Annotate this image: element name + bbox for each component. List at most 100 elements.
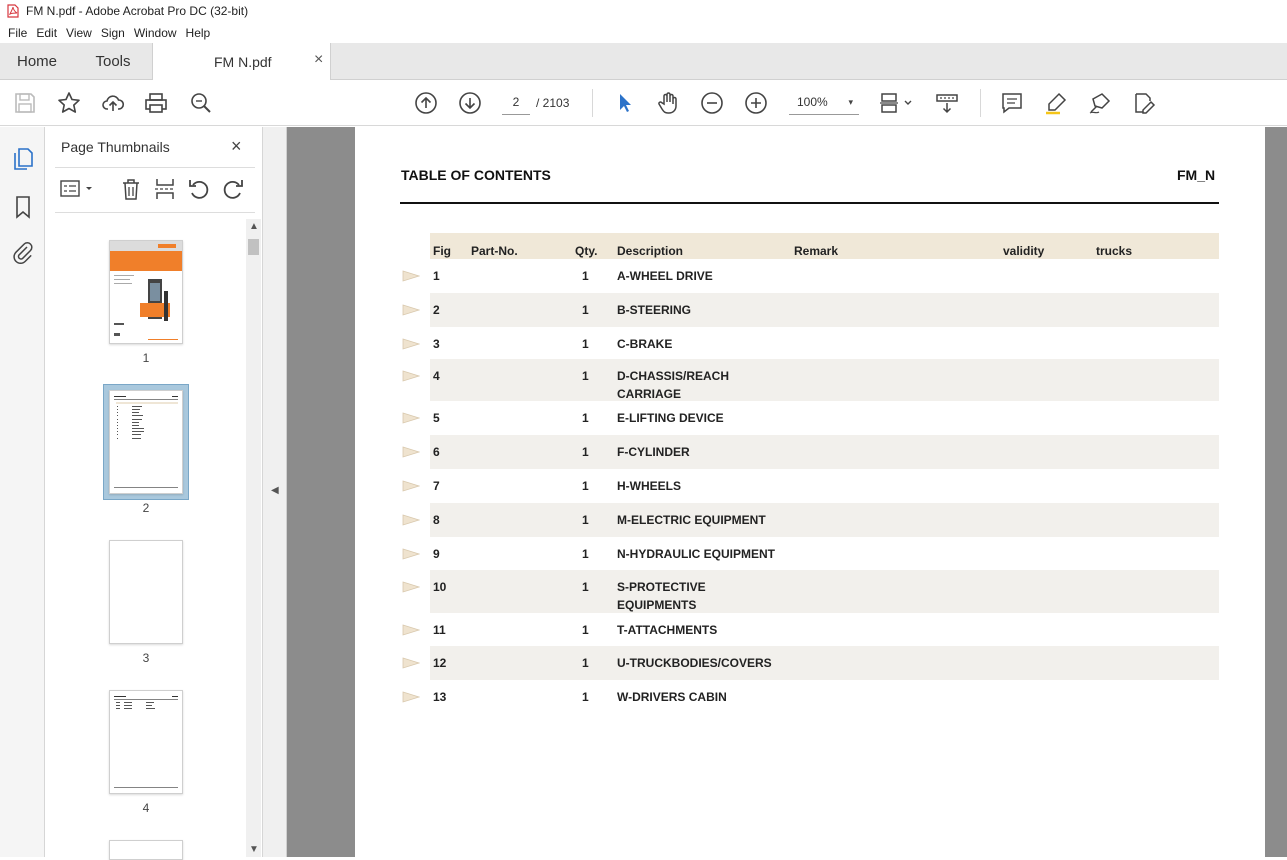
next-page-icon[interactable] [457, 90, 483, 116]
save-icon[interactable] [12, 90, 38, 116]
row-qty: 1 [582, 369, 589, 383]
menu-file[interactable]: File [8, 26, 27, 40]
bookmark-arrow-icon[interactable] [402, 370, 420, 382]
tab-close-icon[interactable]: × [314, 51, 323, 69]
bookmark-arrow-icon[interactable] [402, 581, 420, 593]
table-row[interactable]: 12 1 U-TRUCKBODIES/COVERS [402, 646, 1219, 680]
menu-edit[interactable]: Edit [36, 26, 57, 40]
row-fig: 6 [433, 445, 440, 459]
bookmark-arrow-icon[interactable] [402, 548, 420, 560]
table-row[interactable]: 5 1 E-LIFTING DEVICE [402, 401, 1219, 435]
page-thumbnail-3[interactable] [109, 540, 183, 644]
draw-sign-icon[interactable] [1087, 90, 1113, 116]
scroll-down-icon[interactable]: ▼ [249, 844, 259, 855]
row-qty: 1 [582, 445, 589, 459]
table-row[interactable]: 9 1 N-HYDRAULIC EQUIPMENT [402, 537, 1219, 570]
page-thumbnail-4[interactable] [109, 690, 183, 794]
table-row[interactable]: 2 1 B-STEERING [402, 293, 1219, 327]
previous-page-icon[interactable] [413, 90, 439, 116]
row-description: F-CYLINDER [617, 445, 690, 459]
bookmark-star-icon[interactable] [56, 90, 82, 116]
thumbnail-page-number: 3 [142, 651, 150, 665]
zoom-in-icon[interactable] [743, 90, 769, 116]
bookmark-arrow-icon[interactable] [402, 304, 420, 316]
attachments-paperclip-icon[interactable] [11, 241, 35, 265]
extract-pages-icon[interactable] [153, 177, 177, 201]
table-row[interactable]: 1 1 A-WHEEL DRIVE [402, 263, 1219, 293]
row-description: S-PROTECTIVE [617, 580, 706, 594]
hand-tool-icon[interactable] [655, 90, 681, 116]
select-cursor-icon[interactable] [612, 90, 638, 116]
document-code: FM_N [1177, 167, 1216, 183]
table-row[interactable]: 3 1 C-BRAKE [402, 327, 1219, 359]
bookmark-arrow-icon[interactable] [402, 624, 420, 636]
row-qty: 1 [582, 580, 589, 594]
scroll-up-icon[interactable]: ▲ [249, 221, 259, 232]
bookmarks-icon[interactable] [11, 195, 35, 219]
table-row[interactable]: 4 1 D-CHASSIS/REACH CARRIAGE [402, 359, 1219, 401]
toolbar-divider [592, 89, 593, 117]
cloud-upload-icon[interactable] [100, 90, 126, 116]
table-row[interactable]: 10 1 S-PROTECTIVE EQUIPMENTS [402, 570, 1219, 613]
bookmark-arrow-icon[interactable] [402, 514, 420, 526]
zoom-level-select[interactable]: 100% ▾ [789, 91, 859, 115]
tab-tools[interactable]: Tools [74, 43, 152, 80]
row-description: B-STEERING [617, 303, 692, 317]
table-row[interactable]: 6 1 F-CYLINDER [402, 435, 1219, 469]
row-description: U-TRUCKBODIES/COVERS [617, 656, 772, 670]
thumbnail-options-icon[interactable] [59, 177, 95, 201]
page-thumbnail-5[interactable] [109, 840, 183, 860]
table-row[interactable]: 7 1 H-WHEELS [402, 469, 1219, 503]
panel-divider [55, 167, 255, 168]
page-fit-icon[interactable] [879, 90, 915, 116]
menu-sign[interactable]: Sign [101, 26, 125, 40]
bookmark-arrow-icon[interactable] [402, 691, 420, 703]
menu-window[interactable]: Window [134, 26, 177, 40]
collapse-panel-strip[interactable]: ◀ [263, 127, 287, 857]
row-qty: 1 [582, 656, 589, 670]
search-zoom-icon[interactable] [188, 90, 214, 116]
page-thumbnail-1[interactable] [109, 240, 183, 344]
tab-document[interactable]: FM N.pdf × [152, 43, 331, 81]
page-number-input[interactable]: 2 [502, 91, 530, 115]
bookmark-arrow-icon[interactable] [402, 480, 420, 492]
comment-icon[interactable] [999, 90, 1025, 116]
title-bar: FM N.pdf - Adobe Acrobat Pro DC (32-bit) [0, 0, 1287, 22]
delete-trash-icon[interactable] [119, 177, 143, 201]
row-qty: 1 [582, 690, 589, 704]
thumbnails-scrollbar[interactable]: ▲ ▼ [246, 219, 261, 857]
menu-view[interactable]: View [66, 26, 92, 40]
zoom-out-icon[interactable] [699, 90, 725, 116]
row-qty: 1 [582, 337, 589, 351]
bookmark-arrow-icon[interactable] [402, 446, 420, 458]
table-row[interactable]: 13 1 W-DRIVERS CABIN [402, 680, 1219, 710]
table-row[interactable]: 8 1 M-ELECTRIC EQUIPMENT [402, 503, 1219, 537]
bookmark-arrow-icon[interactable] [402, 338, 420, 350]
tab-home[interactable]: Home [0, 43, 74, 80]
edit-pdf-icon[interactable] [1131, 90, 1157, 116]
print-icon[interactable] [143, 90, 169, 116]
bookmark-arrow-icon[interactable] [402, 412, 420, 424]
close-icon[interactable]: × [231, 136, 242, 157]
menu-help[interactable]: Help [186, 26, 211, 40]
rotate-right-icon[interactable] [221, 177, 245, 201]
scrollbar-thumb[interactable] [248, 239, 259, 255]
bookmark-arrow-icon[interactable] [402, 270, 420, 282]
collapse-left-icon[interactable]: ◀ [271, 485, 279, 496]
col-description: Description [617, 244, 684, 258]
row-description: C-BRAKE [617, 337, 673, 351]
zoom-level-value: 100% [797, 95, 828, 109]
page-thumbnail-2[interactable] [109, 390, 183, 494]
toc-page-preview [114, 396, 178, 488]
page-thumbnails-icon[interactable] [11, 147, 35, 171]
bookmark-arrow-icon[interactable] [402, 657, 420, 669]
thumbnail-page-number: 4 [142, 801, 150, 815]
pdf-page: TABLE OF CONTENTS FM_N Fig Part-No. Qty.… [355, 127, 1265, 857]
toolbar-divider [980, 89, 981, 117]
rotate-left-icon[interactable] [187, 177, 211, 201]
highlight-pen-icon[interactable] [1043, 90, 1069, 116]
table-row[interactable]: 11 1 T-ATTACHMENTS [402, 613, 1219, 646]
row-fig: 1 [433, 269, 440, 283]
scroll-mode-icon[interactable] [934, 90, 960, 116]
panel-title: Page Thumbnails [61, 139, 170, 155]
